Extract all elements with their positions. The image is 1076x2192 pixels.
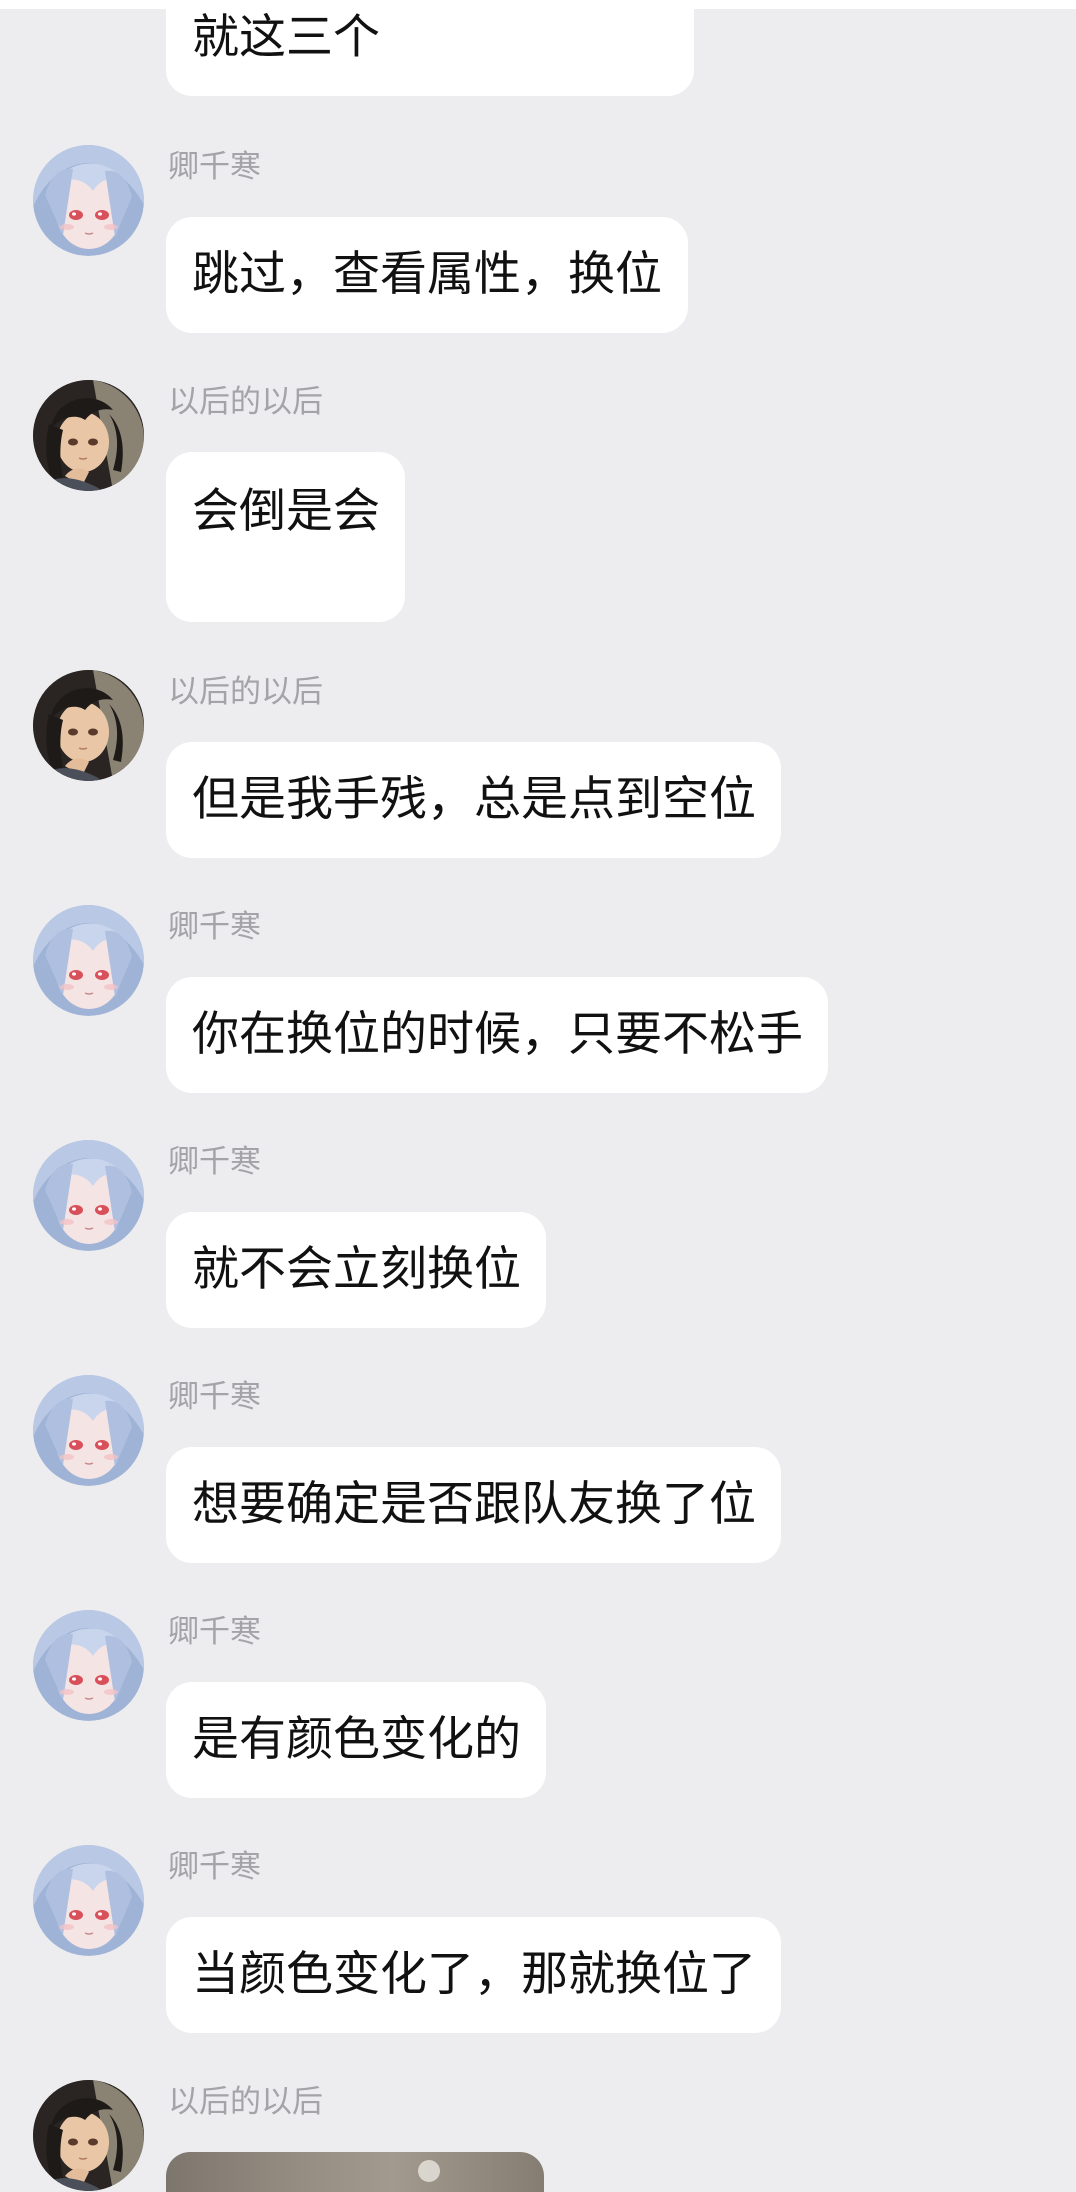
sender-name: 卿千寒: [168, 909, 261, 945]
message-bubble[interactable]: 当颜色变化了，那就换位了: [166, 1917, 781, 2033]
message-bubble[interactable]: 就这三个: [166, 0, 694, 96]
chat-history[interactable]: 就这三个 卿千寒 跳过，查看属性，换位 以后的以后 会倒是会 以后的以后 但是我…: [0, 0, 1076, 2192]
anime-girl-silver-hair-avatar-icon[interactable]: [33, 905, 144, 1016]
anime-girl-silver-hair-avatar-icon[interactable]: [33, 1845, 144, 1956]
image-message[interactable]: [166, 2152, 544, 2192]
anime-girl-dark-hair-avatar-icon[interactable]: [33, 2080, 144, 2191]
sender-name: 卿千寒: [168, 1614, 261, 1650]
message-bubble[interactable]: 是有颜色变化的: [166, 1682, 546, 1798]
message-bubble[interactable]: 跳过，查看属性，换位: [166, 217, 688, 333]
message-bubble[interactable]: 但是我手残，总是点到空位: [166, 742, 781, 858]
image-highlight: [418, 2160, 440, 2182]
anime-girl-silver-hair-avatar-icon[interactable]: [33, 1610, 144, 1721]
sender-name: 以后的以后: [168, 2084, 323, 2120]
anime-girl-silver-hair-avatar-icon[interactable]: [33, 145, 144, 256]
message-bubble[interactable]: 想要确定是否跟队友换了位: [166, 1447, 781, 1563]
sender-name: 以后的以后: [168, 674, 323, 710]
sender-name: 卿千寒: [168, 149, 261, 185]
message-bubble[interactable]: 你在换位的时候，只要不松手: [166, 977, 828, 1093]
anime-girl-dark-hair-avatar-icon[interactable]: [33, 380, 144, 491]
anime-girl-silver-hair-avatar-icon[interactable]: [33, 1140, 144, 1251]
anime-girl-silver-hair-avatar-icon[interactable]: [33, 1375, 144, 1486]
sender-name: 卿千寒: [168, 1144, 261, 1180]
anime-girl-dark-hair-avatar-icon[interactable]: [33, 670, 144, 781]
sender-name: 以后的以后: [168, 384, 323, 420]
message-bubble[interactable]: 会倒是会: [166, 452, 405, 622]
message-bubble[interactable]: 就不会立刻换位: [166, 1212, 546, 1328]
sender-name: 卿千寒: [168, 1379, 261, 1415]
sender-name: 卿千寒: [168, 1849, 261, 1885]
